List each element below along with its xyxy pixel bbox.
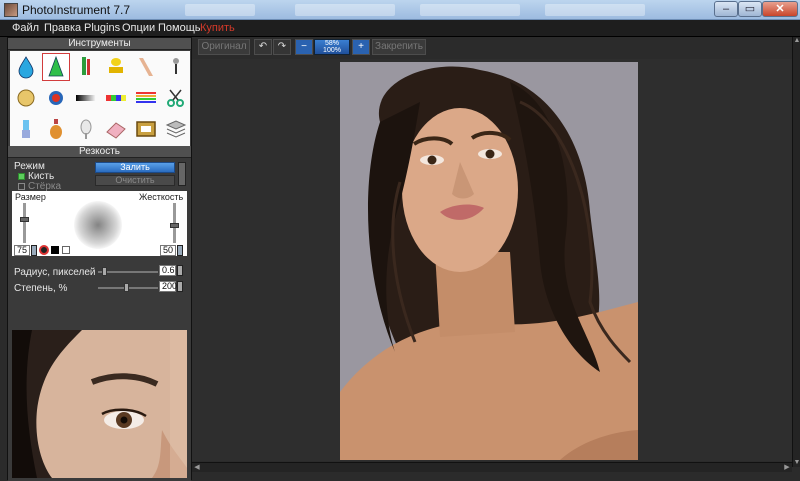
radius-label: Радиус, пикселей — [14, 267, 96, 278]
background-taskbar-ghost — [545, 4, 645, 16]
size-label: Размер — [15, 192, 46, 202]
menu-options[interactable]: Опции — [122, 22, 155, 34]
brush-radio[interactable] — [18, 173, 25, 180]
menu-plugins[interactable]: Plugins — [84, 22, 120, 34]
maximize-button[interactable]: ▭ — [738, 1, 762, 17]
eye-icon[interactable] — [42, 84, 70, 112]
size-slider-thumb[interactable] — [20, 217, 29, 222]
minimize-button[interactable]: – — [714, 1, 738, 17]
radius-value[interactable]: 0.6 — [159, 265, 176, 276]
background-taskbar-ghost — [295, 4, 395, 16]
fill-button[interactable]: Залить — [95, 162, 175, 173]
cone-icon[interactable] — [42, 53, 70, 81]
menu-help[interactable]: Помощь — [158, 22, 201, 34]
scroll-right-icon[interactable]: ▶ — [782, 463, 792, 473]
degree-spinner[interactable] — [177, 281, 183, 292]
pin-button[interactable]: Закрепить — [372, 39, 426, 55]
vertical-scrollbar[interactable]: ▲ ▼ — [792, 37, 800, 467]
undo-icon[interactable]: ↶ — [254, 39, 272, 55]
zoom-preview-image — [12, 330, 187, 478]
degree-label: Степень, % — [14, 283, 68, 294]
scroll-up-icon[interactable]: ▲ — [793, 37, 800, 45]
radius-slider[interactable] — [98, 267, 158, 276]
bottle-icon[interactable] — [42, 115, 70, 143]
brush-preview — [74, 201, 122, 249]
menu-file[interactable]: Файл — [12, 22, 39, 34]
menu-bar: Файл Правка Plugins Опции Помощь Купить — [0, 20, 800, 37]
brush-shape-frame-icon[interactable] — [62, 246, 70, 254]
drop-icon[interactable] — [12, 53, 40, 81]
hardness-slider-thumb[interactable] — [170, 223, 179, 228]
zoom-level[interactable]: 58% 100% — [314, 39, 350, 55]
menu-edit[interactable]: Правка — [44, 22, 81, 34]
size-slider[interactable] — [20, 203, 29, 243]
color-bar-icon[interactable] — [102, 84, 130, 112]
lipstick-icon[interactable] — [12, 115, 40, 143]
scissors-icon[interactable] — [162, 84, 190, 112]
degree-value[interactable]: 200 — [159, 281, 177, 292]
stamp-icon[interactable] — [102, 53, 130, 81]
portrait-photo[interactable] — [340, 62, 638, 460]
hardness-label: Жесткость — [139, 192, 184, 202]
mode-scrollbar[interactable] — [178, 162, 186, 186]
app-icon — [4, 3, 18, 17]
degree-slider[interactable] — [98, 283, 158, 292]
size-value[interactable]: 75 — [14, 245, 30, 256]
canvas-toolbar: Оригинал ↶ ↷ − 58% 100% + Закрепить — [192, 37, 800, 59]
zoom-level-bottom: 100% — [323, 47, 341, 54]
scroll-left-icon[interactable]: ◀ — [192, 463, 202, 473]
radius-slider-thumb[interactable] — [102, 267, 107, 276]
hardness-spinner[interactable] — [177, 245, 183, 256]
brush-shape-round-icon[interactable] — [39, 245, 49, 255]
zoom-preview[interactable] — [12, 330, 187, 478]
frame-icon[interactable] — [132, 115, 160, 143]
zoom-out-icon[interactable]: − — [295, 39, 313, 55]
tool-grid — [10, 51, 190, 146]
window-title: PhotoInstrument 7.7 — [22, 3, 131, 17]
clear-button[interactable]: Очистить — [95, 175, 175, 186]
rainbow-icon[interactable] — [132, 84, 160, 112]
size-spinner[interactable] — [31, 245, 37, 256]
degree-slider-thumb[interactable] — [124, 283, 129, 292]
left-panel: Инструменты Резкость Режим Кисть Стёрка … — [7, 37, 192, 481]
brush-shape-square-icon[interactable] — [51, 246, 59, 254]
zoom-in-icon[interactable]: + — [352, 39, 370, 55]
tools-header: Инструменты — [8, 38, 191, 50]
close-button[interactable]: ✕ — [762, 1, 798, 17]
portrait-photo-image — [340, 62, 638, 460]
pin-icon[interactable] — [162, 53, 190, 81]
gradient-bar-icon[interactable] — [72, 84, 100, 112]
menu-buy[interactable]: Купить — [200, 22, 235, 34]
brush-settings-box: Размер Жесткость 75 50 — [12, 191, 187, 256]
original-button[interactable]: Оригинал — [198, 39, 250, 55]
background-taskbar-ghost — [185, 4, 255, 16]
scroll-down-icon[interactable]: ▼ — [793, 459, 800, 467]
mirror-icon[interactable] — [72, 115, 100, 143]
hardness-value[interactable]: 50 — [160, 245, 176, 256]
sharpness-panel: Резкость Режим Кисть Стёрка Залить Очист… — [8, 146, 191, 481]
layers-icon[interactable] — [162, 115, 190, 143]
face-icon[interactable] — [12, 84, 40, 112]
sharpness-header: Резкость — [8, 146, 191, 158]
redo-icon[interactable]: ↷ — [273, 39, 291, 55]
image-canvas[interactable] — [192, 59, 792, 461]
title-bar: PhotoInstrument 7.7 – ▭ ✕ — [0, 0, 800, 20]
eraser-radio[interactable] — [18, 183, 25, 190]
smudge-icon[interactable] — [132, 53, 160, 81]
zoom-level-top: 58% — [324, 40, 339, 47]
horizontal-scrollbar[interactable]: ◀ ▶ — [192, 462, 792, 472]
background-taskbar-ghost — [420, 4, 520, 16]
hardness-slider[interactable] — [170, 203, 179, 243]
tube-icon[interactable] — [72, 53, 100, 81]
radius-spinner[interactable] — [177, 265, 183, 276]
eraser-icon[interactable] — [102, 115, 130, 143]
